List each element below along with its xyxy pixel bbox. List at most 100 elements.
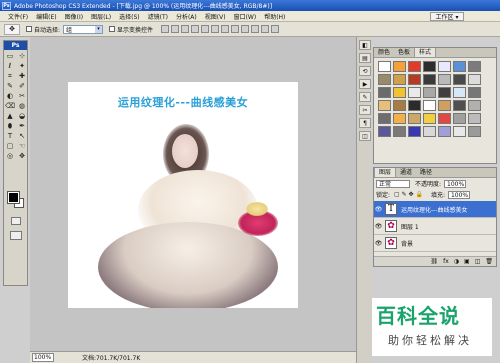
foreground-color[interactable] (7, 191, 20, 204)
tool-icon[interactable]: ⊹ (17, 52, 27, 61)
tool-icon[interactable]: ☜ (17, 142, 27, 151)
quick-mask-icon[interactable] (11, 217, 21, 225)
document-canvas[interactable]: 运用纹理化---曲线感美女 (68, 82, 298, 308)
style-swatch[interactable] (468, 61, 481, 72)
style-swatch[interactable] (378, 74, 391, 85)
tool-icon[interactable]: ◒ (17, 112, 27, 121)
style-swatch[interactable] (468, 126, 481, 137)
distribute-bottom-icon[interactable] (241, 25, 250, 33)
distribute-right-icon[interactable] (271, 25, 280, 33)
style-swatch[interactable] (438, 100, 451, 111)
eye-icon[interactable]: 👁 (374, 223, 383, 230)
menu-window[interactable]: 窗口(W) (234, 12, 257, 21)
style-swatch[interactable] (438, 74, 451, 85)
zoom-field[interactable]: 100% (32, 353, 54, 362)
menu-edit[interactable]: 编辑(E) (36, 12, 56, 21)
style-swatch[interactable] (408, 126, 421, 137)
style-swatch[interactable] (408, 100, 421, 111)
style-swatch[interactable] (423, 87, 436, 98)
align-bottom-icon[interactable] (181, 25, 190, 33)
tool-icon[interactable]: ⌗ (5, 72, 15, 81)
lock-icons[interactable]: ▢ ✎ ✥ 🔒 (394, 191, 423, 198)
dock-brushes-icon[interactable]: ✎ (359, 92, 371, 102)
style-swatch[interactable] (378, 61, 391, 72)
tab-swatches[interactable]: 色板 (394, 48, 414, 57)
show-transform-option[interactable]: 显示变换控件 (109, 25, 153, 34)
auto-select-dropdown[interactable]: 组 ▾ (63, 24, 104, 34)
layer-style-icon[interactable]: fx (443, 258, 449, 265)
delete-layer-icon[interactable]: 🗑 (485, 258, 493, 265)
style-swatch[interactable] (438, 113, 451, 124)
align-middle-icon[interactable] (171, 25, 180, 33)
style-swatch[interactable] (423, 61, 436, 72)
style-swatch[interactable] (468, 74, 481, 85)
tool-icon[interactable]: ◎ (5, 152, 15, 161)
tool-icon[interactable]: ⌫ (5, 102, 15, 111)
style-swatch[interactable] (408, 87, 421, 98)
style-swatch[interactable] (393, 113, 406, 124)
style-swatch[interactable] (438, 61, 451, 72)
menu-select[interactable]: 选择(S) (119, 12, 140, 21)
link-layers-icon[interactable]: ⛓ (430, 258, 438, 265)
dock-paragraph-icon[interactable]: ¶ (359, 118, 371, 128)
eye-icon[interactable]: 👁 (374, 206, 383, 213)
style-swatch[interactable] (468, 87, 481, 98)
style-swatch[interactable] (393, 87, 406, 98)
dock-history-icon[interactable]: ⟲ (359, 66, 371, 76)
layer-mask-icon[interactable]: ▣ (464, 258, 470, 265)
style-swatch[interactable] (393, 61, 406, 72)
style-swatch[interactable] (438, 126, 451, 137)
menu-analysis[interactable]: 分析(A) (176, 12, 197, 21)
show-transform-checkbox[interactable] (109, 26, 116, 32)
style-swatch[interactable] (453, 113, 466, 124)
style-swatch[interactable] (408, 74, 421, 85)
tool-icon[interactable]: ✎ (5, 82, 15, 91)
blend-mode-select[interactable]: 正常 (376, 179, 410, 188)
style-swatch[interactable] (378, 113, 391, 124)
move-tool-preset-icon[interactable]: ✥ (4, 23, 20, 35)
style-swatch[interactable] (393, 100, 406, 111)
layer-row[interactable]: 👁 T 运用纹理化---曲线感美女 (374, 201, 496, 218)
new-layer-icon[interactable]: ◫ (475, 258, 481, 265)
tool-icon[interactable]: ℓ (5, 62, 15, 71)
style-swatch[interactable] (438, 87, 451, 98)
style-swatch[interactable] (393, 74, 406, 85)
tab-paths[interactable]: 路径 (416, 168, 436, 177)
align-left-icon[interactable] (191, 25, 200, 33)
style-swatch[interactable] (423, 113, 436, 124)
tab-channels[interactable]: 通道 (396, 168, 416, 177)
tab-color[interactable]: 颜色 (374, 48, 394, 57)
tool-icon[interactable]: ▲ (5, 112, 15, 121)
dock-navigator-icon[interactable]: ◧ (359, 40, 371, 50)
opacity-field[interactable]: 100% (444, 179, 467, 188)
color-swatches[interactable] (7, 191, 24, 208)
menu-help[interactable]: 帮助(H) (264, 12, 285, 21)
style-swatch[interactable] (378, 126, 391, 137)
style-swatch[interactable] (453, 61, 466, 72)
auto-select-option[interactable]: 自动选择: (26, 25, 60, 34)
eye-icon[interactable]: 👁 (374, 240, 383, 247)
dock-actions-icon[interactable]: ▶ (359, 79, 371, 89)
menu-view[interactable]: 视图(V) (205, 12, 226, 21)
dock-tools-icon[interactable]: ✂ (359, 105, 371, 115)
style-swatch[interactable] (393, 126, 406, 137)
tab-styles[interactable]: 样式 (414, 48, 437, 57)
auto-select-checkbox[interactable] (26, 26, 32, 32)
style-swatch[interactable] (408, 113, 421, 124)
menu-filter[interactable]: 滤镜(T) (148, 12, 168, 21)
tool-icon[interactable]: ◐ (5, 92, 15, 101)
align-top-icon[interactable] (161, 25, 170, 33)
distribute-center-icon[interactable] (261, 25, 270, 33)
layer-row[interactable]: 👁 ✿ 图层 1 (374, 218, 496, 235)
style-swatch[interactable] (453, 126, 466, 137)
fill-field[interactable]: 100% (447, 190, 470, 199)
style-swatch[interactable] (408, 61, 421, 72)
distribute-top-icon[interactable] (221, 25, 230, 33)
tool-icon[interactable]: ▭ (5, 52, 15, 61)
distribute-left-icon[interactable] (251, 25, 260, 33)
tool-icon[interactable]: ◍ (17, 102, 27, 111)
tool-icon[interactable]: ▢ (5, 142, 15, 151)
tool-icon[interactable]: ✒ (17, 122, 27, 131)
align-right-icon[interactable] (211, 25, 220, 33)
distribute-middle-icon[interactable] (231, 25, 240, 33)
